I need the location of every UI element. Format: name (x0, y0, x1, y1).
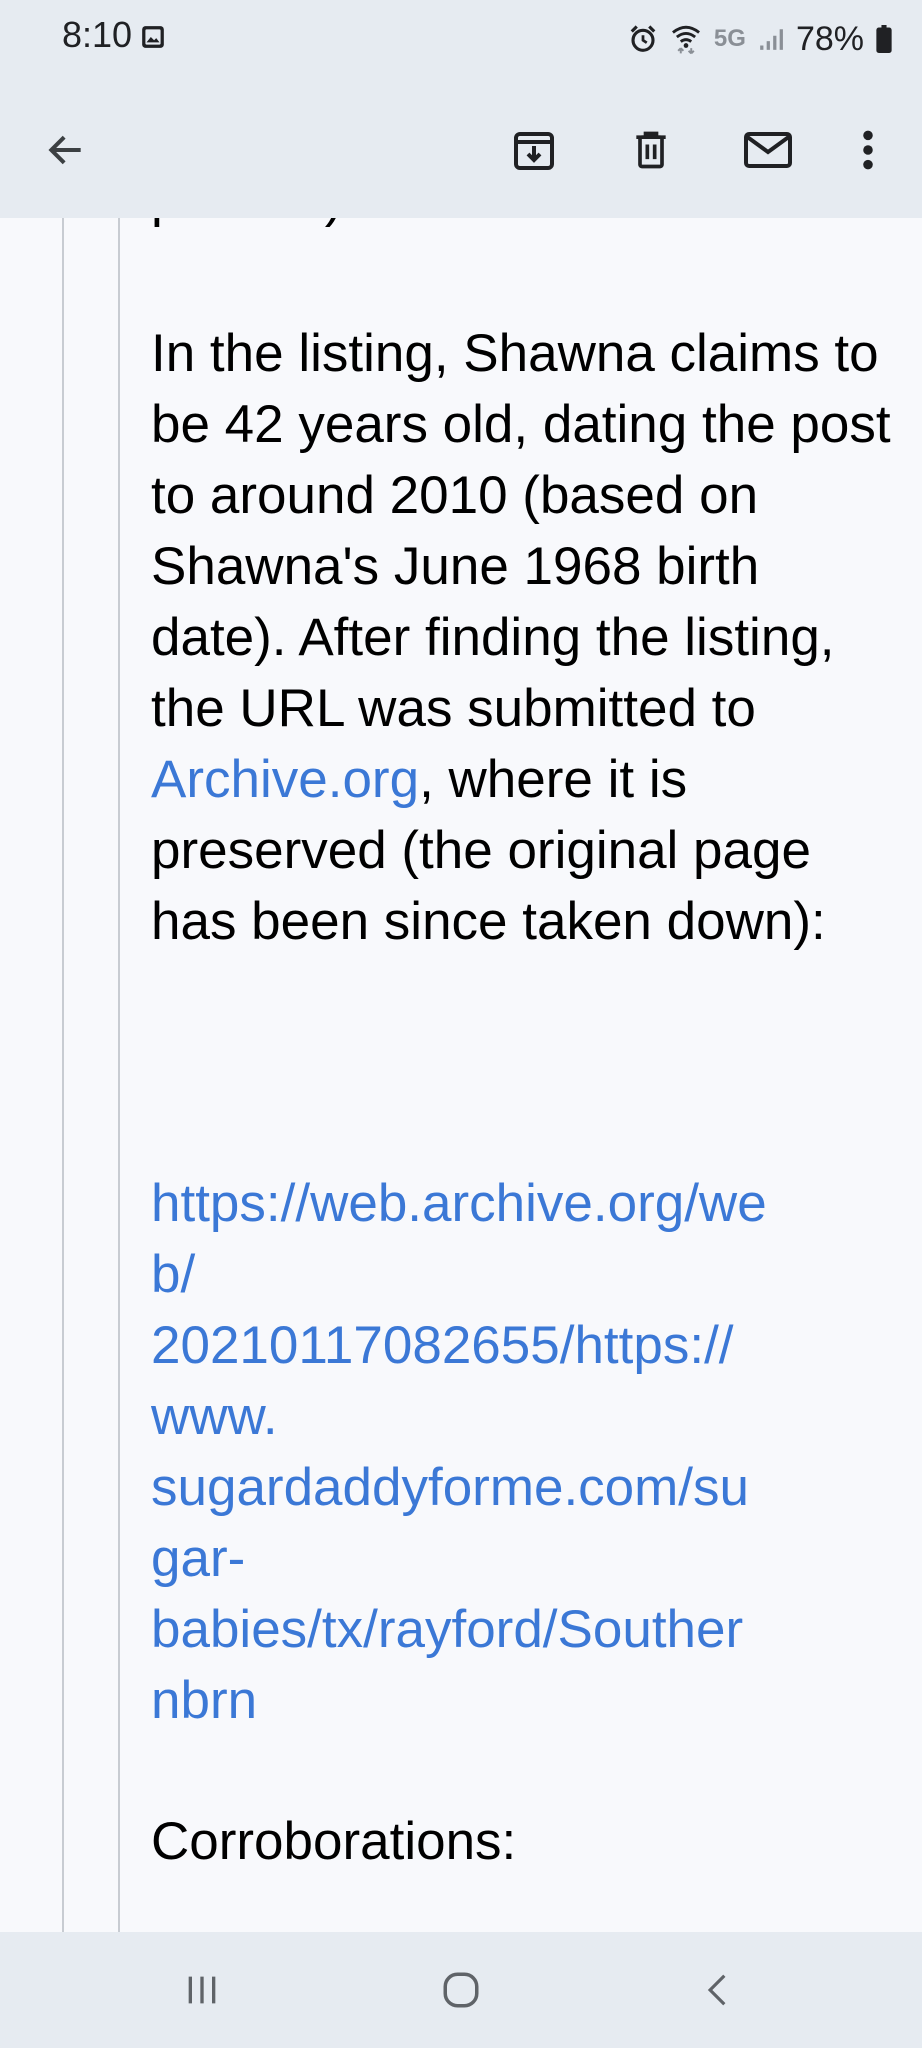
recents-icon (188, 1976, 216, 2004)
corroborations-heading: Corroborations: (151, 1812, 517, 1871)
signal-icon (760, 29, 783, 50)
paragraph-intro: In the listing, Shawna claims to be 42 y… (151, 324, 891, 738)
more-vert-icon (863, 130, 873, 170)
url-line: b/ (151, 1245, 196, 1304)
archive-icon (514, 132, 554, 170)
status-bar: 8:10 5G 78% (0, 0, 922, 80)
url-line: 20210117082655/https:// (151, 1316, 734, 1375)
network-type: 5G (713, 25, 746, 52)
url-line: sugardaddyforme.com/su (151, 1458, 750, 1517)
gallery-icon (142, 26, 164, 48)
more-options-button[interactable] (828, 110, 908, 190)
email-toolbar (0, 80, 922, 218)
archive-button[interactable] (494, 110, 574, 190)
cut-off-text: pervs!!!) (151, 218, 891, 234)
back-arrow-icon (48, 135, 81, 165)
status-time: 8:10 (62, 14, 133, 55)
url-line: https://web.archive.org/we (151, 1174, 767, 1233)
mail-unread-icon (744, 132, 792, 168)
recents-button[interactable] (167, 1960, 237, 2020)
battery-icon (876, 25, 892, 53)
status-indicators: 5G 78% (628, 14, 892, 64)
back-icon (707, 1974, 726, 2006)
archive-url-link[interactable]: https://web.archive.org/we b/ 2021011708… (151, 1168, 891, 1736)
delete-icon (636, 131, 666, 169)
url-line: babies/tx/rayford/Souther (151, 1600, 744, 1659)
quote-bar-outer (62, 218, 64, 1932)
battery-percent: 78% (795, 19, 864, 58)
delete-button[interactable] (611, 110, 691, 190)
mark-unread-button[interactable] (728, 110, 808, 190)
url-line: nbrn (151, 1671, 258, 1730)
home-icon (443, 1972, 479, 2008)
quote-bar-inner (118, 218, 120, 1932)
listing-paragraph: In the listing, Shawna claims to be 42 y… (151, 318, 891, 957)
nav-back-button[interactable] (683, 1960, 753, 2020)
system-nav-bar (0, 1932, 922, 2048)
url-line: gar- (151, 1529, 246, 1588)
alarm-icon (630, 25, 656, 52)
wifi-icon (671, 25, 700, 55)
url-line: www. (151, 1387, 278, 1446)
archive-org-link[interactable]: Archive.org (151, 750, 419, 809)
home-button[interactable] (426, 1960, 496, 2020)
email-body[interactable]: pervs!!!) In the listing, Shawna claims … (0, 218, 922, 1932)
back-button[interactable] (26, 110, 106, 190)
